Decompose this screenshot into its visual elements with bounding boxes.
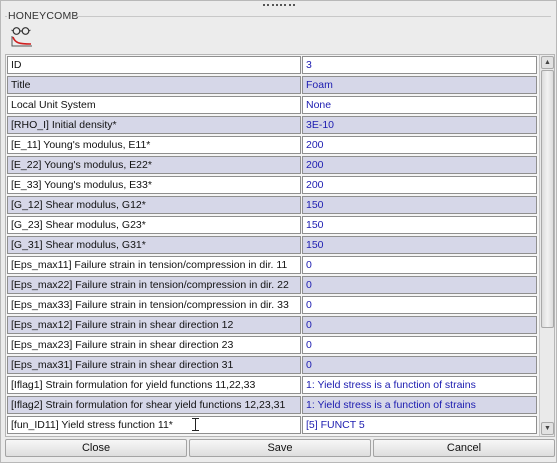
property-row[interactable]: [G_12] Shear modulus, G12* 150 [6, 195, 539, 215]
property-label: [Eps_max33] Failure strain in tension/co… [7, 296, 301, 314]
property-row[interactable]: [Iflag2] Strain formulation for shear yi… [6, 395, 539, 415]
vertical-scrollbar[interactable]: ▲ ▼ [539, 55, 554, 436]
property-row[interactable]: [E_11] Young's modulus, E11* 200 [6, 135, 539, 155]
property-label: [G_23] Shear modulus, G23* [7, 216, 301, 234]
property-row[interactable]: [Eps_max12] Failure strain in shear dire… [6, 315, 539, 335]
close-button[interactable]: Close [5, 439, 187, 457]
save-button[interactable]: Save [189, 439, 371, 457]
scrollbar-thumb[interactable] [541, 70, 554, 328]
group-border-right [73, 16, 551, 17]
cancel-button[interactable]: Cancel [373, 439, 555, 457]
property-row[interactable]: ID 3 [6, 55, 539, 75]
property-label: [Iflag1] Strain formulation for yield fu… [7, 376, 301, 394]
property-value[interactable]: [5] FUNCT 5 [302, 416, 537, 434]
property-label: Title [7, 76, 301, 94]
property-label: [Eps_max31] Failure strain in shear dire… [7, 356, 301, 374]
property-row[interactable]: [RHO_I] Initial density* 3E-10 [6, 115, 539, 135]
property-value[interactable]: 1: Yield stress is a function of strains [302, 376, 537, 394]
button-bar: Close Save Cancel [5, 439, 555, 459]
property-label: [G_31] Shear modulus, G31* [7, 236, 301, 254]
property-label: Local Unit System [7, 96, 301, 114]
property-value[interactable]: 150 [302, 216, 537, 234]
group-title: HONEYCOMB [8, 10, 79, 22]
property-value[interactable]: None [302, 96, 537, 114]
property-value[interactable]: 150 [302, 236, 537, 254]
property-value[interactable]: Foam [302, 76, 537, 94]
arrow-up-icon[interactable]: ▲ [541, 56, 554, 69]
properties-table: ID 3 Title Foam Local Unit System None [RHO_I]… [5, 54, 555, 437]
property-value[interactable]: 150 [302, 196, 537, 214]
property-label: [Eps_max23] Failure strain in shear dire… [7, 336, 301, 354]
property-row[interactable]: [G_23] Shear modulus, G23* 150 [6, 215, 539, 235]
property-row[interactable]: [Eps_max11] Failure strain in tension/co… [6, 255, 539, 275]
panel-resize-grip[interactable] [263, 2, 295, 7]
property-value[interactable]: 0 [302, 296, 537, 314]
property-label: [E_11] Young's modulus, E11* [7, 136, 301, 154]
property-value[interactable]: 200 [302, 136, 537, 154]
property-label: [G_12] Shear modulus, G12* [7, 196, 301, 214]
property-label: [Iflag2] Strain formulation for shear yi… [7, 396, 301, 414]
property-label: [fun_ID11] Yield stress function 11* [7, 416, 301, 434]
property-label: [RHO_I] Initial density* [7, 116, 301, 134]
property-value[interactable]: 3E-10 [302, 116, 537, 134]
property-row[interactable]: Local Unit System None [6, 95, 539, 115]
property-row[interactable]: [Eps_max31] Failure strain in shear dire… [6, 355, 539, 375]
property-value[interactable]: 1: Yield stress is a function of strains [302, 396, 537, 414]
property-row[interactable]: [Iflag1] Strain formulation for yield fu… [6, 375, 539, 395]
property-value[interactable]: 0 [302, 276, 537, 294]
property-label: [Eps_max12] Failure strain in shear dire… [7, 316, 301, 334]
material-curve-icon[interactable] [10, 25, 34, 49]
property-value[interactable]: 0 [302, 336, 537, 354]
text-cursor-icon [192, 418, 201, 431]
property-row[interactable]: [Eps_max23] Failure strain in shear dire… [6, 335, 539, 355]
property-value[interactable]: 200 [302, 176, 537, 194]
property-row[interactable]: [Eps_max33] Failure strain in tension/co… [6, 295, 539, 315]
property-row[interactable]: [G_31] Shear modulus, G31* 150 [6, 235, 539, 255]
property-value[interactable]: 3 [302, 56, 537, 74]
property-label: ID [7, 56, 301, 74]
group-border-left [5, 16, 7, 17]
honeycomb-material-panel: HONEYCOMB ID 3 Title Foam Local Unit System N… [0, 0, 557, 463]
arrow-down-icon[interactable]: ▼ [541, 422, 554, 435]
property-row[interactable]: [fun_ID11] Yield stress function 11* [5] … [6, 415, 539, 435]
property-row[interactable]: [E_33] Young's modulus, E33* 200 [6, 175, 539, 195]
property-row[interactable]: [E_22] Young's modulus, E22* 200 [6, 155, 539, 175]
property-label: [E_22] Young's modulus, E22* [7, 156, 301, 174]
property-label: [Eps_max11] Failure strain in tension/co… [7, 256, 301, 274]
property-row[interactable]: [Eps_max22] Failure strain in tension/co… [6, 275, 539, 295]
property-label: [E_33] Young's modulus, E33* [7, 176, 301, 194]
property-row[interactable]: Title Foam [6, 75, 539, 95]
property-value[interactable]: 0 [302, 356, 537, 374]
property-value[interactable]: 0 [302, 316, 537, 334]
property-value[interactable]: 0 [302, 256, 537, 274]
property-value[interactable]: 200 [302, 156, 537, 174]
property-label: [Eps_max22] Failure strain in tension/co… [7, 276, 301, 294]
